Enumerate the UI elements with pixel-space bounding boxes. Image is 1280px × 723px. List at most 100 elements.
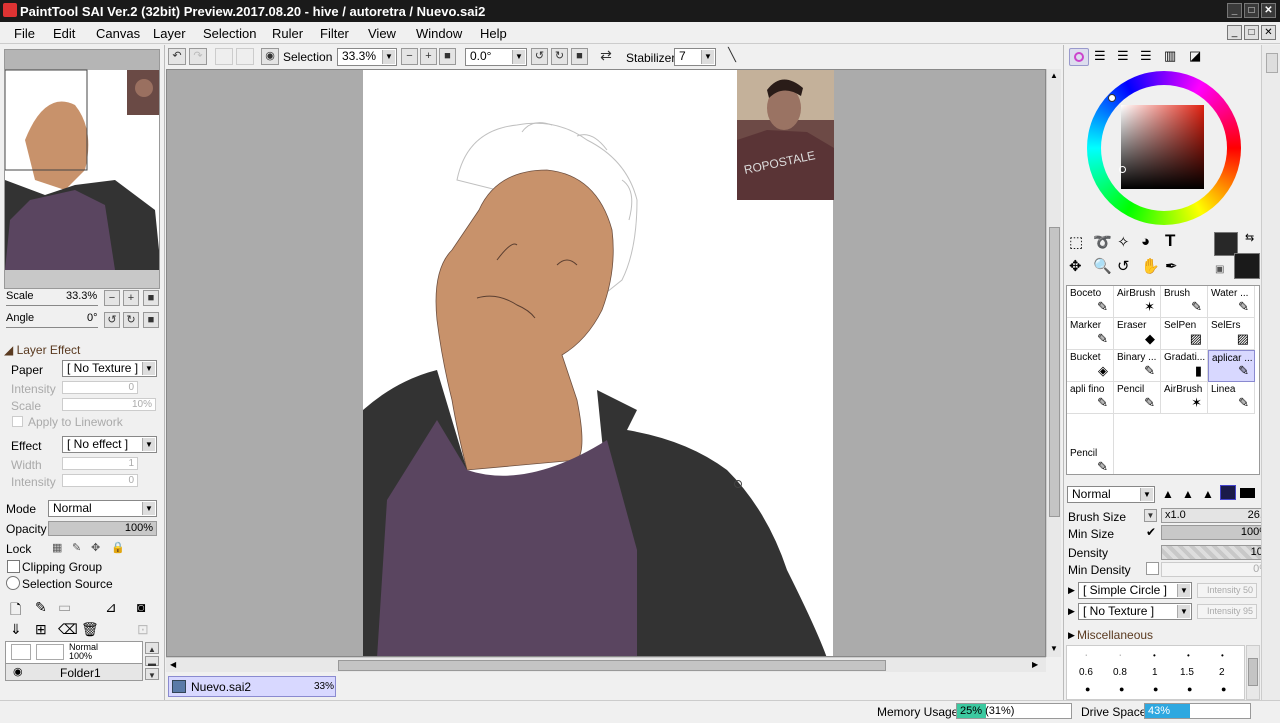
menu-view[interactable]: View [368, 26, 396, 41]
canvas-vscroll[interactable]: ▲ ▼ [1046, 69, 1061, 657]
tool-slot[interactable]: Bucket ◈ [1067, 350, 1114, 382]
lock-move-icon[interactable]: ✥ [91, 541, 100, 554]
width-field[interactable]: 1 [62, 457, 138, 470]
redo-icon[interactable]: ↷ [189, 48, 207, 65]
min-size-slider[interactable]: 100% [1161, 525, 1273, 540]
density-slider[interactable]: 100 [1161, 545, 1273, 560]
lock-all-icon[interactable]: 🔒 [111, 541, 125, 554]
brush-size-slider[interactable]: x1.0 26.0 [1161, 508, 1273, 523]
merge-down-icon[interactable]: ⇓ [10, 621, 22, 638]
layer-scroll-up[interactable]: ▲ [145, 642, 159, 654]
menu-canvas[interactable]: Canvas [96, 26, 140, 41]
saturation-value-square[interactable] [1121, 105, 1204, 189]
transparent-color-icon[interactable]: ▣ [1215, 264, 1224, 275]
doc-minimize-button[interactable]: _ [1227, 25, 1242, 40]
close-button[interactable]: ✕ [1261, 3, 1276, 18]
magic-wand-icon[interactable]: ✧ [1117, 233, 1130, 251]
tool-slot[interactable]: Marker ✎ [1067, 318, 1114, 350]
hsv-slider-icon[interactable]: ☰ [1117, 48, 1129, 64]
maximize-button[interactable]: □ [1244, 3, 1259, 18]
layer-list[interactable]: Normal 100% ◉ Folder1 [5, 641, 143, 681]
flip-icon[interactable]: ⇄ [597, 48, 615, 65]
add-layer-icon[interactable]: ⊞ [35, 621, 47, 638]
tool-slot[interactable]: SelPen ▨ [1161, 318, 1208, 350]
effect-select[interactable]: [ No effect ] ▼ [62, 436, 157, 453]
layer-row-folder[interactable]: ◉ Folder1 [6, 663, 142, 680]
menu-edit[interactable]: Edit [53, 26, 75, 41]
brush-shape-3-icon[interactable]: ▲ [1202, 487, 1214, 501]
scale-field[interactable]: 10% [62, 398, 156, 411]
tool-slot[interactable]: Brush ✎ [1161, 286, 1208, 318]
misc-expand-icon[interactable]: ▶ [1068, 630, 1075, 641]
layer-effect-header[interactable]: ◢ Layer Effect [4, 343, 80, 357]
rgb-slider-icon[interactable]: ☰ [1094, 48, 1106, 64]
hue-marker[interactable] [1108, 94, 1116, 102]
mode-select[interactable]: Normal ▼ [48, 500, 157, 517]
preset-size[interactable]: 1.5 [1180, 667, 1194, 678]
nav-zoom-reset-button[interactable]: ■ [143, 290, 159, 306]
nav-zoom-out-button[interactable]: − [104, 290, 120, 306]
right-scroll-thumb[interactable] [1266, 53, 1278, 73]
document-tab[interactable]: Nuevo.sai2 33% [168, 676, 336, 697]
nav-rotate-left-button[interactable]: ↺ [104, 312, 120, 328]
nav-zoom-in-button[interactable]: + [123, 290, 139, 306]
menu-help[interactable]: Help [480, 26, 507, 41]
shape-expand-icon[interactable]: ▶ [1068, 585, 1075, 596]
rotate-left-button[interactable]: ↺ [531, 48, 548, 65]
tool-slot[interactable]: Pencil ✎ [1114, 382, 1161, 414]
layer-scroll-down[interactable]: ▼ [145, 668, 159, 680]
scratchpad-icon[interactable]: ◪ [1189, 48, 1201, 64]
hscroll-thumb[interactable] [338, 660, 886, 671]
new-linework-icon[interactable]: ✎ [35, 599, 47, 616]
rect-select-icon[interactable]: ⬚ [1069, 233, 1083, 251]
menu-window[interactable]: Window [416, 26, 462, 41]
paper-select[interactable]: [ No Texture ] ▼ [62, 360, 157, 377]
nav-rotate-right-button[interactable]: ↻ [123, 312, 139, 328]
nav-rotate-reset-button[interactable]: ■ [143, 312, 159, 328]
tool-slot[interactable]: Linea ✎ [1208, 382, 1255, 414]
shape-icon[interactable]: ◕ [1141, 233, 1150, 250]
canvas-viewport[interactable]: ROPOSTALE [166, 69, 1046, 657]
line-icon[interactable]: ╲ [723, 48, 741, 65]
min-density-checkbox[interactable] [1146, 562, 1159, 575]
brush-shape-select[interactable]: [ Simple Circle ] ▼ [1078, 582, 1192, 599]
presets-scroll-thumb[interactable] [1248, 658, 1258, 686]
color-mix-icon[interactable]: ☰ [1140, 48, 1152, 64]
rotate-right-button[interactable]: ↻ [551, 48, 568, 65]
zoom-out-button[interactable]: − [401, 48, 418, 65]
brush-size-dropdown[interactable]: ▼ [1144, 509, 1157, 522]
tool-slot-selected[interactable]: aplicar ... ✎ [1208, 350, 1255, 382]
undo-icon[interactable]: ↶ [168, 48, 186, 65]
scroll-down-icon[interactable]: ▼ [1050, 644, 1058, 653]
zoom-reset-button[interactable]: ■ [439, 48, 456, 65]
angle-select[interactable]: 0.0° ▼ [465, 48, 527, 66]
ruler-icon[interactable]: ⊿ [105, 599, 117, 616]
angle-slider[interactable] [6, 327, 98, 328]
tool-slot[interactable]: Boceto ✎ [1067, 286, 1114, 318]
vscroll-thumb[interactable] [1049, 227, 1060, 517]
menu-file[interactable]: File [14, 26, 35, 41]
scroll-up-icon[interactable]: ▲ [1050, 71, 1058, 80]
rotate-icon[interactable]: ↺ [1117, 257, 1130, 275]
navigator-preview[interactable] [4, 49, 160, 289]
layer-settings-icon[interactable]: ⊡ [137, 621, 149, 638]
menu-filter[interactable]: Filter [320, 26, 349, 41]
right-scrollbar[interactable] [1261, 45, 1280, 700]
deselect-icon[interactable] [215, 48, 233, 65]
doc-close-button[interactable]: ✕ [1261, 25, 1276, 40]
menu-ruler[interactable]: Ruler [272, 26, 303, 41]
move-icon[interactable]: ✥ [1069, 257, 1082, 275]
eye-icon[interactable]: ◉ [13, 665, 23, 678]
stabilizer-select[interactable]: 7 ▼ [674, 48, 716, 66]
preset-size[interactable]: 1 [1152, 667, 1158, 678]
zoom-in-button[interactable]: + [420, 48, 437, 65]
hand-icon[interactable]: ✋ [1141, 257, 1160, 275]
tool-slot[interactable]: apli fino ✎ [1067, 382, 1114, 414]
shape-intensity-slider[interactable]: Intensity 50 [1197, 583, 1257, 598]
min-size-checkbox-icon[interactable]: ✔ [1146, 525, 1156, 539]
eyedropper-icon[interactable]: ✒ [1165, 257, 1178, 275]
minimize-button[interactable]: _ [1227, 3, 1242, 18]
eye-icon[interactable]: ◉ [261, 48, 279, 65]
brush-shape-1-icon[interactable]: ▲ [1162, 487, 1174, 501]
new-layer-icon[interactable]: 🗋 [10, 599, 21, 623]
